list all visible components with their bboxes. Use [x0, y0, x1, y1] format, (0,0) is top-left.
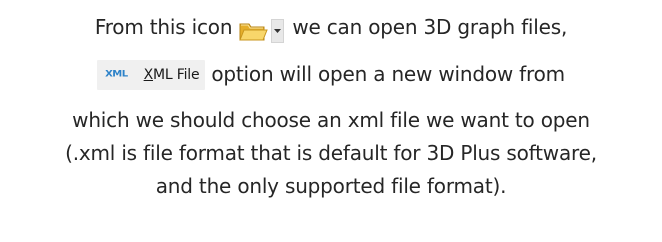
- folder-open-icon: [239, 23, 269, 41]
- xml-file-menu-item[interactable]: XML XML File: [97, 60, 206, 90]
- paragraph-line-4: (.xml is file format that is default for…: [65, 141, 597, 165]
- xml-file-mnemonic: X: [143, 67, 154, 83]
- xml-file-label: XML File: [144, 62, 200, 88]
- paragraph-line-2: XML XML File option will open a new wind…: [0, 60, 662, 90]
- open-file-button[interactable]: [236, 14, 286, 48]
- line1-text-after: we can open 3D graph files,: [292, 15, 568, 39]
- xml-file-label-rest: ML File: [153, 67, 200, 83]
- line1-text-before: From this icon: [94, 15, 233, 39]
- paragraph-line-1: From this icon we can open 3D graph file…: [0, 14, 662, 48]
- paragraph-line-3: which we should choose an xml file we wa…: [72, 108, 590, 132]
- open-dropdown-button[interactable]: [271, 19, 285, 43]
- document-page: From this icon we can open 3D graph file…: [0, 0, 662, 242]
- paragraph-line-5: and the only supported file format).: [155, 174, 507, 198]
- chevron-down-icon: [274, 29, 282, 33]
- xml-file-icon: XML: [105, 69, 128, 80]
- line2-text: option will open a new window from: [211, 62, 565, 86]
